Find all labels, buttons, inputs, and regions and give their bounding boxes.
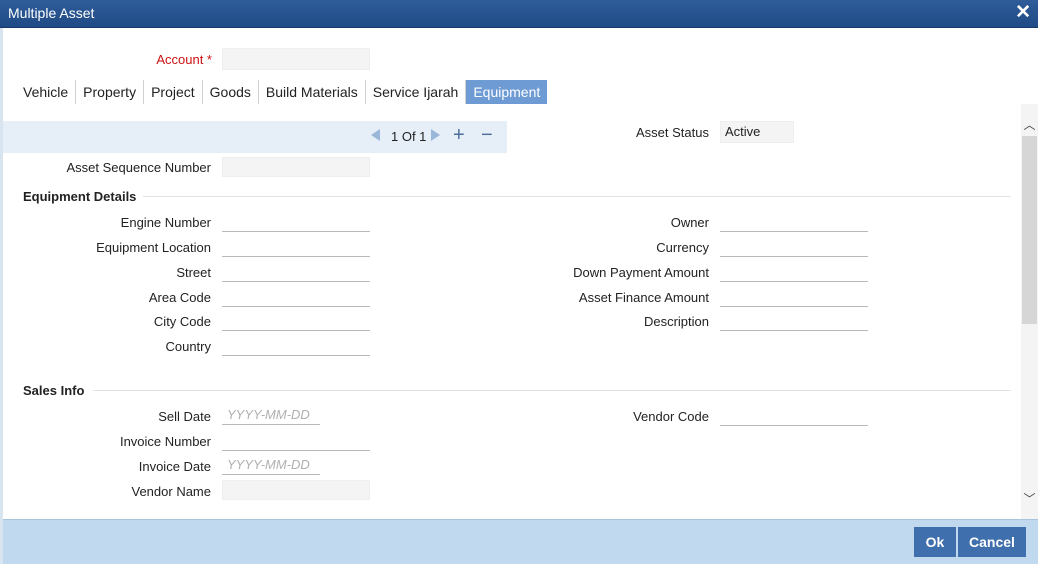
tab-project[interactable]: Project <box>144 80 203 104</box>
record-navigator: 1 Of 1 + − <box>3 121 507 153</box>
title-bar: Multiple Asset ✕ <box>0 0 1038 28</box>
asset-finance-amount-label: Asset Finance Amount <box>578 290 709 305</box>
asset-sequence-label: Asset Sequence Number <box>66 160 211 175</box>
invoice-date-input[interactable]: YYYY-MM-DD <box>222 455 320 475</box>
equipment-location-label: Equipment Location <box>96 240 211 255</box>
form-scroll-area: 1 Of 1 + − Asset Status Active Asset Seq… <box>3 104 1021 519</box>
city-code-label: City Code <box>153 314 211 329</box>
section-divider <box>143 196 1011 197</box>
vertical-scrollbar[interactable]: ︿ ﹀ <box>1021 104 1038 519</box>
currency-label: Currency <box>656 240 709 255</box>
sell-date-input[interactable]: YYYY-MM-DD <box>222 405 320 425</box>
previous-record-icon[interactable] <box>371 129 380 141</box>
tab-goods[interactable]: Goods <box>203 80 259 104</box>
asset-type-tabs: Vehicle Property Project Goods Build Mat… <box>16 80 548 104</box>
next-record-icon[interactable] <box>431 129 440 141</box>
area-code-input[interactable] <box>222 287 370 307</box>
tab-service-ijarah[interactable]: Service Ijarah <box>366 80 467 104</box>
owner-input[interactable] <box>720 212 868 232</box>
asset-finance-amount-input[interactable] <box>720 287 868 307</box>
sales-info-heading: Sales Info <box>23 383 85 398</box>
record-count: 1 Of 1 <box>391 129 427 144</box>
area-code-label: Area Code <box>148 290 211 305</box>
asset-sequence-field[interactable] <box>222 157 370 177</box>
description-input[interactable] <box>720 311 868 331</box>
down-payment-amount-label: Down Payment Amount <box>573 265 709 280</box>
dialog-footer: Ok Cancel <box>3 519 1038 564</box>
equipment-details-heading: Equipment Details <box>23 189 137 204</box>
tab-property[interactable]: Property <box>76 80 145 104</box>
vendor-name-label: Vendor Name <box>131 484 212 499</box>
close-icon[interactable]: ✕ <box>1015 3 1031 23</box>
account-label: Account * <box>156 52 212 67</box>
invoice-number-label: Invoice Number <box>119 434 211 449</box>
country-label: Country <box>165 339 211 354</box>
tab-equipment[interactable]: Equipment <box>466 80 548 104</box>
account-input[interactable] <box>222 48 370 70</box>
country-input[interactable] <box>222 336 370 356</box>
scrollbar-thumb[interactable] <box>1022 136 1037 324</box>
asset-status-label: Asset Status <box>636 125 709 140</box>
engine-number-label: Engine Number <box>120 215 211 230</box>
vendor-name-field[interactable] <box>222 480 370 500</box>
street-label: Street <box>176 265 211 280</box>
sell-date-label: Sell Date <box>158 409 211 424</box>
cancel-button[interactable]: Cancel <box>958 527 1026 557</box>
vendor-code-label: Vendor Code <box>633 409 709 424</box>
tab-build-materials[interactable]: Build Materials <box>259 80 366 104</box>
currency-input[interactable] <box>720 237 868 257</box>
add-record-icon[interactable]: + <box>453 124 465 146</box>
section-divider <box>93 390 1011 391</box>
ok-button[interactable]: Ok <box>914 527 956 557</box>
description-label: Description <box>643 314 709 329</box>
scroll-up-icon[interactable]: ︿ <box>1021 116 1038 132</box>
invoice-number-input[interactable] <box>222 431 370 451</box>
owner-label: Owner <box>670 215 709 230</box>
vendor-code-input[interactable] <box>720 406 868 426</box>
invoice-date-label: Invoice Date <box>138 459 211 474</box>
city-code-input[interactable] <box>222 311 370 331</box>
asset-status-field[interactable]: Active <box>720 121 794 143</box>
equipment-location-input[interactable] <box>222 237 370 257</box>
tab-vehicle[interactable]: Vehicle <box>16 80 77 104</box>
window-title: Multiple Asset <box>8 5 95 21</box>
engine-number-input[interactable] <box>222 212 370 232</box>
street-input[interactable] <box>222 262 370 282</box>
scroll-down-icon[interactable]: ﹀ <box>1021 490 1038 506</box>
down-payment-amount-input[interactable] <box>720 262 868 282</box>
